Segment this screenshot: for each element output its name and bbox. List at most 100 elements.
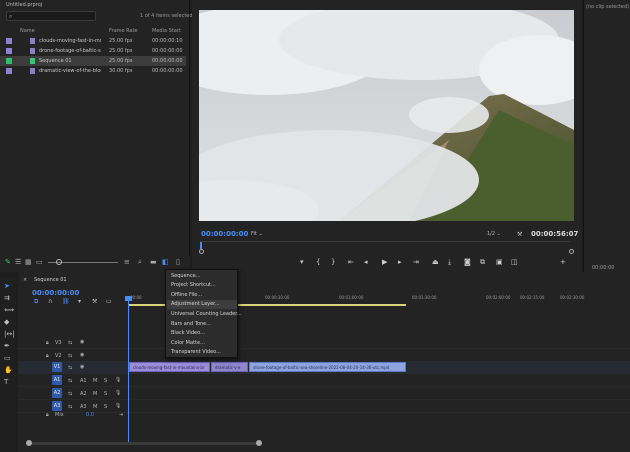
step-forward-icon[interactable]: ▸ — [398, 258, 402, 266]
comparison-view-icon[interactable]: ⧉ — [480, 258, 485, 266]
project-item[interactable]: drone-footage-of-baltic-sea- 25.00 fps 0… — [0, 46, 186, 56]
nest-toggle-icon[interactable]: ⧉ — [34, 298, 38, 306]
scrollbar-handle-left[interactable] — [26, 440, 32, 446]
program-time-ruler[interactable] — [200, 241, 570, 249]
step-back-icon[interactable]: ◂ — [364, 258, 368, 266]
source-patch-a2[interactable]: A2 — [52, 388, 62, 398]
new-item-icon[interactable]: ◧ — [162, 258, 169, 266]
rectangle-tool-icon[interactable]: ▭ — [4, 354, 11, 362]
button-editor-plus-icon[interactable]: + — [560, 258, 566, 266]
project-item[interactable]: clouds-moving-fast-in-moun 25.00 fps 00:… — [0, 36, 186, 46]
column-header-media-start[interactable]: Media Start — [152, 28, 181, 34]
column-header-name[interactable]: Name — [20, 28, 35, 34]
mark-in-icon[interactable]: { — [316, 258, 320, 266]
timeline-clip[interactable]: clouds-moving-fast-in-mountains-br — [129, 362, 210, 372]
play-icon[interactable]: ▶ — [382, 258, 387, 266]
sync-lock-icon[interactable]: ⇆ — [68, 391, 72, 397]
track-lock-icon[interactable]: 🔒︎ — [46, 412, 49, 418]
mute-button[interactable]: M — [93, 391, 97, 397]
close-icon[interactable]: × — [23, 277, 27, 283]
track-lock-icon[interactable]: 🔒︎ — [46, 353, 49, 359]
source-patch-v1[interactable]: V1 — [52, 362, 62, 372]
snap-icon[interactable]: ∩ — [48, 298, 52, 305]
track-lock-icon[interactable]: 🔒︎ — [46, 340, 49, 346]
zoom-handle[interactable] — [199, 249, 204, 254]
go-to-end-icon[interactable]: ⇥ — [119, 412, 123, 418]
menu-item-transparent-video[interactable]: Transparent Video... — [171, 348, 237, 357]
zoom-handle[interactable] — [569, 249, 574, 254]
captions-icon[interactable]: ▭ — [106, 298, 112, 305]
menu-item-universal-counting-leader[interactable]: Universal Counting Leader... — [171, 310, 242, 319]
timeline-timecode[interactable]: 00:00:00:00 — [32, 289, 79, 297]
video-clip-icon — [30, 68, 35, 74]
selection-tool-icon[interactable]: ➤ — [4, 282, 10, 290]
scrollbar-handle-right[interactable] — [256, 440, 262, 446]
add-marker-icon[interactable]: ▾ — [78, 298, 81, 305]
trash-icon[interactable]: ▯ — [176, 258, 180, 266]
zoom-fit-select[interactable]: Fit ⌄ — [251, 231, 263, 237]
playhead-handle[interactable] — [125, 296, 132, 301]
menu-item-project-shortcut[interactable]: Project Shortcut... — [171, 281, 237, 290]
menu-item-offline-file[interactable]: Offline File... — [171, 291, 237, 300]
solo-button[interactable]: S — [104, 378, 107, 384]
linked-selection-icon[interactable]: ⛓ — [62, 298, 70, 305]
eye-icon[interactable]: ◉ — [80, 352, 84, 358]
add-marker-icon[interactable]: ▾ — [300, 258, 304, 266]
project-item[interactable]: dramatic-view-of-the-block-l 30.00 fps 0… — [0, 66, 186, 76]
slip-tool-icon[interactable]: |↔| — [4, 330, 15, 338]
project-title[interactable]: Untitled.prproj — [6, 2, 42, 8]
new-bin-icon[interactable]: ▬ — [150, 258, 157, 266]
sort-icon[interactable]: ≡ — [124, 258, 130, 266]
track-select-icon[interactable]: ⇉ — [4, 294, 10, 302]
sync-lock-icon[interactable]: ⇆ — [68, 365, 72, 371]
lift-icon[interactable]: ⏏ — [432, 258, 439, 266]
type-tool-icon[interactable]: T — [4, 378, 8, 386]
eye-icon[interactable]: ◉ — [80, 364, 84, 370]
program-timecode[interactable]: 00:00:00:00 — [201, 230, 248, 238]
project-search-input[interactable]: ⌕ — [6, 11, 96, 21]
razor-icon[interactable]: ◆ — [4, 318, 9, 326]
list-view-icon[interactable]: ☰ — [15, 258, 21, 266]
mute-button[interactable]: M — [93, 378, 97, 384]
sync-lock-icon[interactable]: ⇆ — [68, 340, 72, 346]
zoom-slider-handle[interactable] — [56, 259, 62, 265]
eye-icon[interactable]: ◉ — [80, 339, 84, 345]
settings-wrench-icon[interactable]: ⚒ — [517, 231, 522, 238]
sync-lock-icon[interactable]: ⇆ — [68, 353, 72, 359]
timeline-clip[interactable]: drone-footage-of-baltic-sea-shoreline-20… — [249, 362, 406, 372]
sequence-tab[interactable]: Sequence 01 — [34, 277, 67, 283]
solo-button[interactable]: S — [104, 391, 107, 397]
mark-out-icon[interactable]: } — [331, 258, 335, 266]
source-patch-a1[interactable]: A1 — [52, 375, 62, 385]
icon-view-icon[interactable]: ▦ — [25, 258, 32, 266]
column-header-frame-rate[interactable]: Frame Rate — [109, 28, 138, 34]
menu-item-bars-and-tone[interactable]: Bars and Tone... — [171, 320, 237, 329]
timeline-playhead[interactable] — [128, 296, 129, 444]
menu-item-color-matte[interactable]: Color Matte... — [171, 339, 237, 348]
timeline-clip[interactable]: dramatic-v-e — [211, 362, 248, 372]
export-frame-icon[interactable]: ◙ — [464, 258, 471, 266]
project-item[interactable]: Sequence 01 25.00 fps 00:00:00:00 — [0, 56, 186, 66]
pen-tool-icon[interactable]: ✒ — [4, 342, 10, 350]
go-to-in-icon[interactable]: ⇤ — [348, 258, 354, 266]
freeform-view-icon[interactable]: ▭ — [36, 258, 43, 266]
menu-item-sequence[interactable]: Sequence... — [171, 272, 237, 281]
sync-lock-icon[interactable]: ⇆ — [68, 378, 72, 384]
microphone-icon[interactable]: 🎙︎ — [115, 377, 121, 383]
timeline-scrollbar[interactable] — [26, 440, 262, 446]
mix-volume-value[interactable]: 0.0 — [86, 412, 94, 418]
hand-tool-icon[interactable]: ✋ — [4, 366, 13, 374]
resolution-select[interactable]: 1/2 ⌄ — [487, 231, 501, 237]
proxy-toggle-icon[interactable]: ▣ — [496, 258, 503, 266]
timeline-settings-icon[interactable]: ⚒ — [92, 298, 97, 305]
microphone-icon[interactable]: 🎙︎ — [115, 390, 121, 396]
pencil-icon[interactable]: ✎ — [5, 258, 11, 266]
vr-video-icon[interactable]: ◫ — [511, 258, 518, 266]
menu-item-adjustment-layer[interactable]: Adjustment Layer... — [167, 300, 237, 309]
ripple-edit-icon[interactable]: ⟺ — [4, 306, 14, 314]
menu-item-black-video[interactable]: Black Video... — [171, 329, 237, 338]
search-icon[interactable]: ⌕ — [138, 258, 142, 266]
extract-icon[interactable]: ⤓ — [448, 258, 451, 266]
go-to-out-icon[interactable]: ⇥ — [413, 258, 419, 266]
program-playhead[interactable] — [200, 242, 202, 249]
